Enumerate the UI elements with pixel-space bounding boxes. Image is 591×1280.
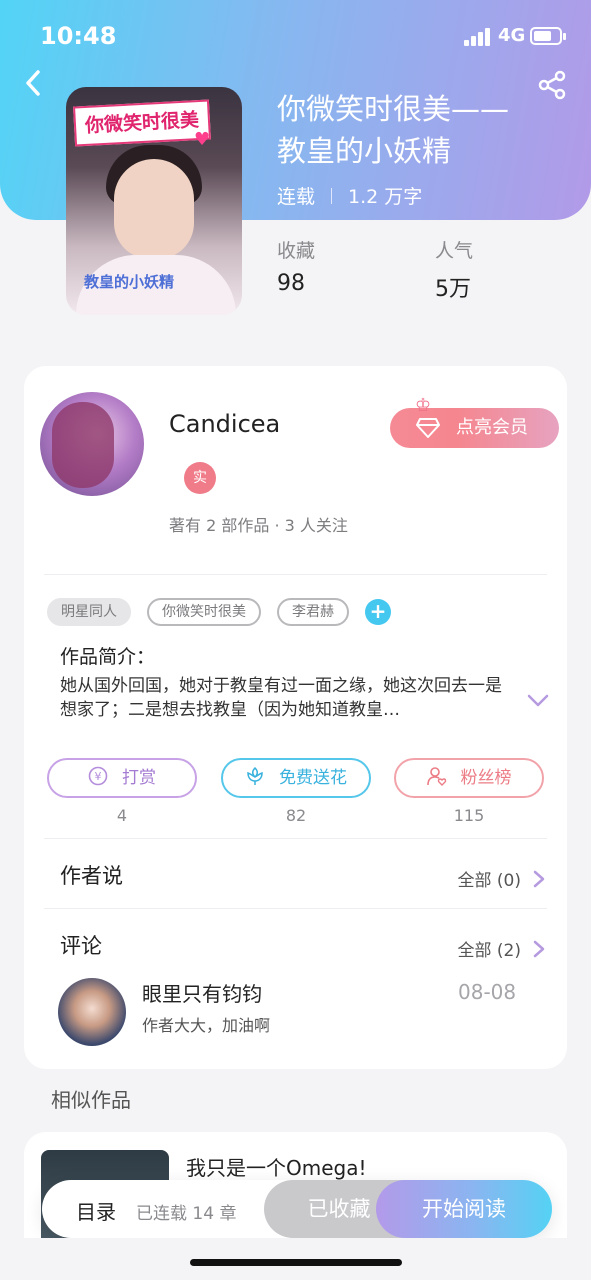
author-says-title: 作者说	[60, 864, 123, 888]
similar-works-title: 相似作品	[51, 1088, 131, 1112]
comment-date: 08-08	[458, 980, 517, 1004]
tag-chip[interactable]: 李君赫	[277, 598, 349, 626]
signal-icon	[464, 28, 492, 46]
intro-text: 她从国外回国，她对于教皇有过一面之缘，她这次回去一是想家了；二是想去找教皇（因为…	[60, 676, 502, 720]
back-icon[interactable]	[20, 68, 50, 98]
user-heart-icon	[426, 767, 446, 786]
commenter-avatar[interactable]	[58, 978, 126, 1046]
divider	[44, 838, 547, 839]
flower-label: 免费送花	[279, 768, 347, 788]
battery-icon	[530, 27, 566, 45]
cover-banner: 你微笑时很美	[73, 99, 211, 147]
tag-chip[interactable]: 明星同人	[47, 598, 131, 626]
home-indicator[interactable]	[190, 1259, 402, 1266]
stat-value: 5万	[435, 277, 471, 302]
network-type: 4G	[498, 25, 526, 46]
book-meta: 连载 1.2 万字	[277, 182, 422, 209]
comment-text: 作者大大，加油啊	[142, 1016, 271, 1035]
similar-book-title: 我只是一个Omega!	[186, 1156, 367, 1180]
chevron-right-icon	[533, 870, 545, 887]
tag-chip[interactable]: 你微笑时很美	[147, 598, 261, 626]
start-reading-button[interactable]: 开始阅读	[376, 1180, 552, 1238]
book-cover[interactable]: 你微笑时很美 ♥ 教皇的小妖精	[66, 87, 242, 315]
status-bar: 10:48 4G	[0, 0, 591, 70]
tip-count: 4	[116, 806, 128, 825]
author-info: 著有 2 部作品 · 3 人关注	[169, 516, 348, 535]
stat-label: 人气	[435, 240, 474, 262]
chapter-count: 已连载 14 章	[136, 1204, 237, 1224]
tip-button[interactable]: ¥ 打赏	[47, 758, 197, 798]
diamond-icon	[416, 418, 440, 438]
word-count: 1.2 万字	[348, 186, 423, 208]
share-icon[interactable]	[536, 70, 568, 100]
verified-badge: 实	[184, 462, 216, 494]
intro-label: 作品简介：	[60, 646, 156, 668]
toc-button[interactable]: 目录	[76, 1196, 116, 1225]
divider	[44, 908, 547, 909]
flower-count: 82	[285, 806, 307, 825]
author-says-more[interactable]: 全部 (0)	[458, 866, 545, 891]
bottom-action-bar: 目录 已连载 14 章 已收藏 开始阅读	[42, 1180, 552, 1238]
comments-more-label: 全部 (2)	[457, 941, 521, 961]
author-name[interactable]: Candicea	[169, 410, 280, 438]
stat-popularity: 人气 5万	[435, 236, 473, 303]
comments-title: 评论	[60, 934, 102, 958]
author-avatar[interactable]	[40, 392, 144, 496]
cover-subtitle: 教皇的小妖精	[84, 273, 175, 291]
book-detail-card: Candicea 实 著有 2 部作品 · 3 人关注 ♔ 点亮会员 明星同人 …	[24, 366, 567, 1069]
yen-icon: ¥	[88, 766, 108, 786]
heart-icon: ♥	[194, 129, 211, 150]
vip-button[interactable]: ♔ 点亮会员	[390, 395, 559, 448]
author-says-more-label: 全部 (0)	[457, 871, 521, 891]
stat-favorites: 收藏 98	[277, 236, 315, 296]
chevron-down-icon[interactable]	[527, 694, 549, 708]
tag-list: 明星同人 你微笑时很美 李君赫 +	[47, 598, 391, 626]
tip-label: 打赏	[122, 768, 156, 788]
commenter-name[interactable]: 眼里只有钧钧	[142, 978, 262, 1007]
book-status: 连载	[277, 186, 316, 208]
status-time: 10:48	[40, 22, 117, 50]
send-flower-button[interactable]: 免费送花	[221, 758, 371, 798]
comments-more[interactable]: 全部 (2)	[458, 936, 545, 961]
svg-text:¥: ¥	[95, 770, 102, 783]
stat-label: 收藏	[277, 240, 316, 262]
fan-ranking-button[interactable]: 粉丝榜	[394, 758, 544, 798]
flower-icon	[247, 766, 263, 785]
stat-value: 98	[277, 271, 305, 296]
book-title: 你微笑时很美——教皇的小妖精	[277, 92, 510, 168]
fan-ranking-label: 粉丝榜	[460, 768, 512, 788]
add-tag-button[interactable]: +	[365, 599, 391, 625]
meta-divider	[331, 187, 333, 204]
fan-count: 115	[453, 806, 485, 825]
divider	[44, 574, 547, 575]
chevron-right-icon	[533, 940, 545, 957]
vip-label: 点亮会员	[456, 417, 528, 438]
